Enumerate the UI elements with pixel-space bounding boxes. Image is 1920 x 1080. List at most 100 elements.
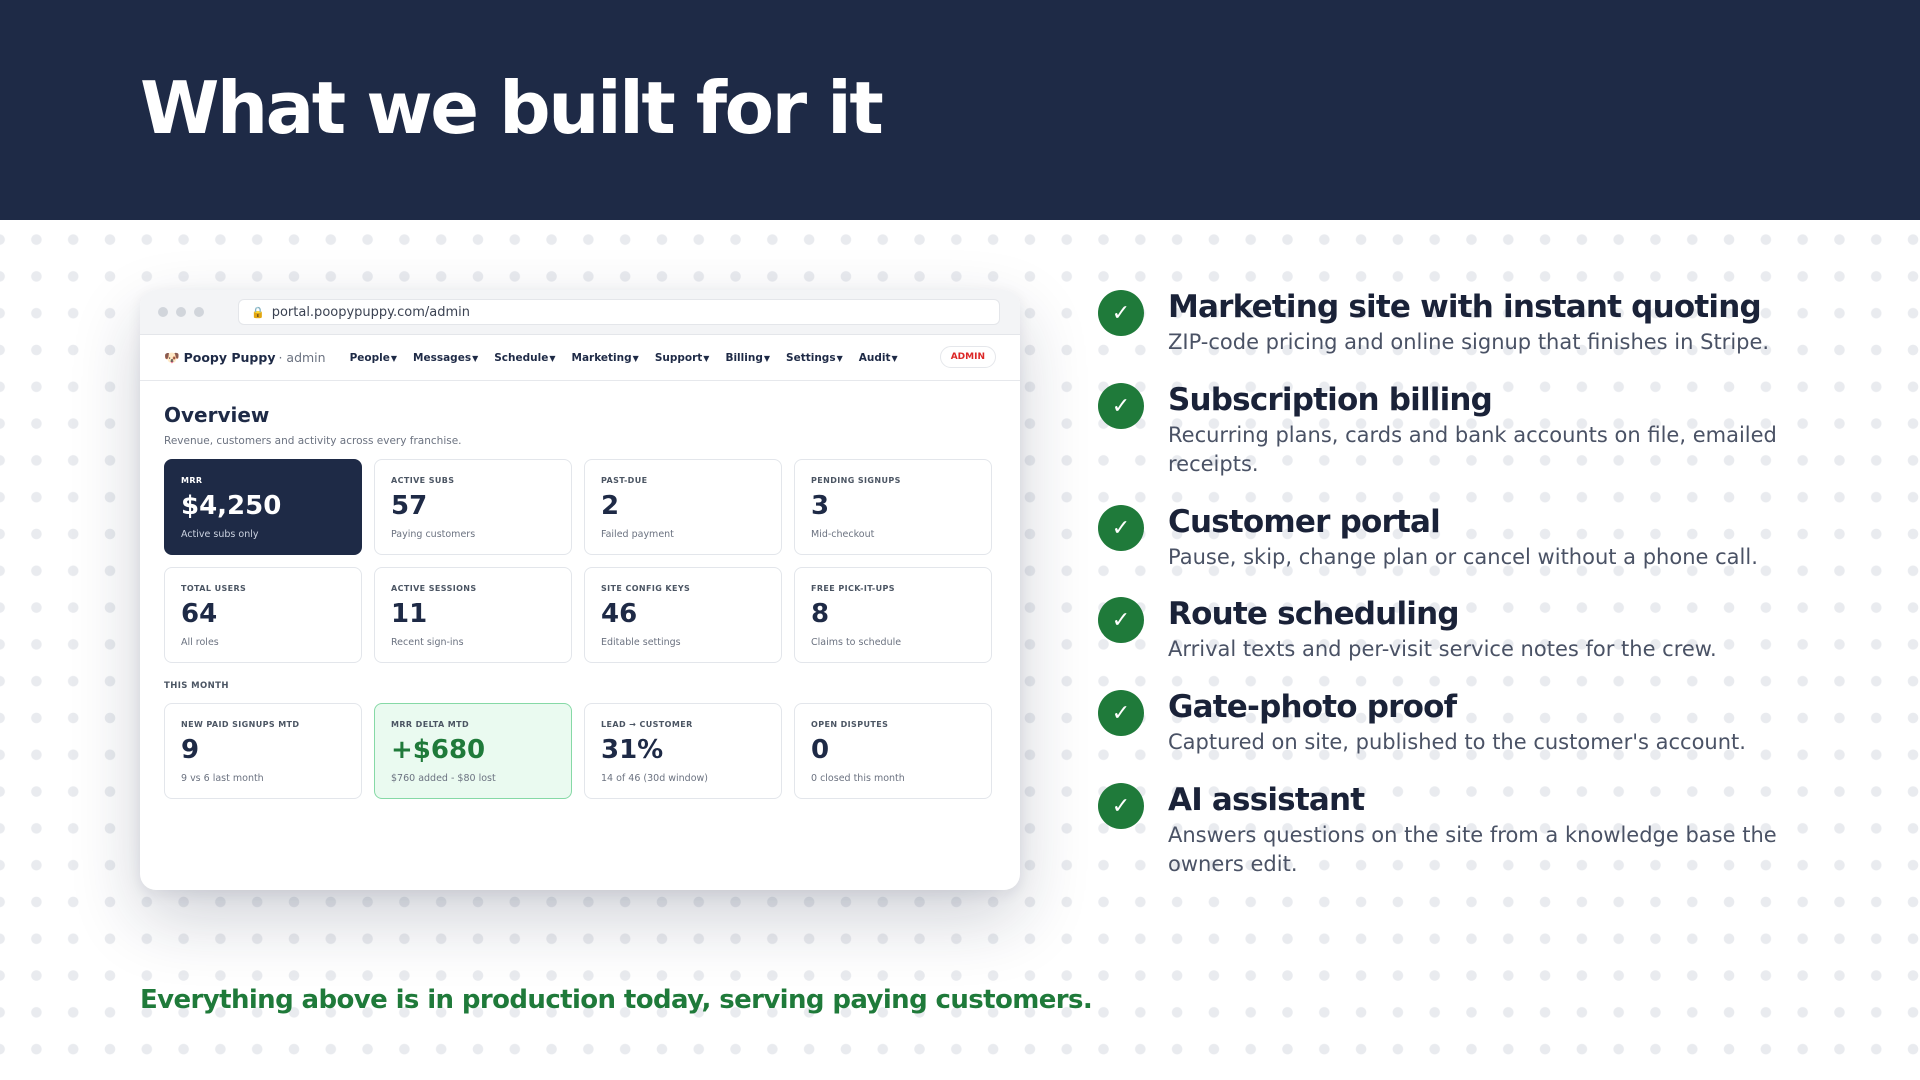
- check-icon: ✓: [1098, 597, 1144, 643]
- nav-label: Marketing: [571, 351, 632, 364]
- nav-label: Support: [654, 351, 703, 364]
- stat-label: MRR DELTA MTD: [391, 720, 470, 729]
- url-text: portal.poopypuppy.com/admin: [271, 304, 471, 320]
- header-band: What we built for it: [0, 0, 1920, 220]
- stat-note: $760 added - $80 lost: [391, 773, 496, 784]
- stat-card-past-due[interactable]: PAST-DUE 2 Failed payment: [584, 459, 782, 555]
- stat-value: 46: [601, 599, 638, 629]
- overview-subtitle: Revenue, customers and activity across e…: [164, 435, 462, 447]
- feature-description: ZIP-code pricing and online signup that …: [1168, 330, 1770, 354]
- stat-label: ACTIVE SUBS: [391, 476, 455, 485]
- window-controls: [158, 307, 204, 317]
- feature-title: Gate-photo proof: [1168, 689, 1457, 725]
- nav-menu: People▼ Messages▼ Schedule▼ Marketing▼ S…: [350, 352, 898, 364]
- stat-card-mrr-delta[interactable]: MRR DELTA MTD +$680 $760 added - $80 los…: [374, 703, 572, 799]
- app-navbar: 🐶 Poopy Puppy · admin People▼ Messages▼ Sc…: [140, 335, 1020, 381]
- app-brand[interactable]: 🐶 Poopy Puppy · admin: [164, 350, 326, 366]
- brand-subtitle: · admin: [278, 349, 326, 365]
- stat-label: FREE PICK-IT-UPS: [811, 584, 895, 593]
- nav-item-support[interactable]: Support▼: [655, 352, 710, 364]
- nav-item-audit[interactable]: Audit▼: [859, 352, 898, 364]
- caret-down-icon: ▼: [390, 353, 398, 363]
- stat-note: Paying customers: [391, 529, 476, 540]
- caret-down-icon: ▼: [632, 353, 639, 363]
- stat-note: 14 of 46 (30d window): [601, 773, 708, 784]
- slide-title: What we built for it: [140, 66, 884, 150]
- stat-value: 3: [811, 491, 830, 521]
- stat-note: Editable settings: [601, 637, 681, 648]
- window-dot-icon[interactable]: [158, 307, 168, 317]
- browser-mockup: 🔒 portal.poopypuppy.com/admin 🐶 Poopy Pup…: [140, 290, 1020, 890]
- stat-value: 31%: [601, 735, 664, 765]
- nav-label: Settings: [786, 351, 836, 364]
- check-icon: ✓: [1098, 505, 1144, 551]
- stat-note: 0 closed this month: [811, 773, 905, 784]
- section-label-this-month: THIS MONTH: [164, 681, 229, 691]
- feature-item: ✓ Gate-photo proof Captured on site, pub…: [1098, 688, 1818, 757]
- nav-item-billing[interactable]: Billing▼: [725, 352, 770, 364]
- admin-badge[interactable]: ADMIN: [939, 346, 996, 368]
- stat-value: 8: [811, 599, 830, 629]
- check-icon: ✓: [1098, 383, 1144, 429]
- feature-item: ✓ Route scheduling Arrival texts and per…: [1098, 595, 1818, 664]
- stat-card-new-paid-signups[interactable]: NEW PAID SIGNUPS MTD 9 9 vs 6 last month: [164, 703, 362, 799]
- stat-card-pending-signups[interactable]: PENDING SIGNUPS 3 Mid-checkout: [794, 459, 992, 555]
- feature-list: ✓ Marketing site with instant quoting ZI…: [1098, 288, 1818, 879]
- address-bar[interactable]: 🔒 portal.poopypuppy.com/admin: [238, 299, 1000, 325]
- nav-item-marketing[interactable]: Marketing▼: [572, 352, 639, 364]
- feature-description: Captured on site, published to the custo…: [1168, 730, 1746, 754]
- nav-label: People: [349, 351, 390, 364]
- overview-content: Overview Revenue, customers and activity…: [140, 381, 1020, 799]
- stat-value: +$680: [391, 735, 486, 765]
- brand-name: Poopy Puppy: [183, 349, 276, 365]
- stat-label: PAST-DUE: [601, 476, 648, 485]
- stat-label: TOTAL USERS: [181, 584, 247, 593]
- stat-card-open-disputes[interactable]: OPEN DISPUTES 0 0 closed this month: [794, 703, 992, 799]
- feature-description: Answers questions on the site from a kno…: [1168, 823, 1777, 876]
- stats-row-2: TOTAL USERS 64 All roles ACTIVE SESSIONS…: [164, 567, 996, 663]
- overview-title: Overview: [164, 403, 270, 427]
- stat-label: SITE CONFIG KEYS: [601, 584, 691, 593]
- stat-note: Recent sign-ins: [391, 637, 464, 648]
- stat-card-site-config-keys[interactable]: SITE CONFIG KEYS 46 Editable settings: [584, 567, 782, 663]
- feature-title: AI assistant: [1168, 782, 1365, 818]
- nav-item-schedule[interactable]: Schedule▼: [494, 352, 555, 364]
- stat-label: ACTIVE SESSIONS: [391, 584, 477, 593]
- feature-description: Recurring plans, cards and bank accounts…: [1168, 423, 1777, 476]
- check-icon: ✓: [1098, 690, 1144, 736]
- stat-value: 0: [811, 735, 830, 765]
- feature-title: Subscription billing: [1168, 382, 1493, 418]
- stat-value: 2: [601, 491, 620, 521]
- stat-value: 11: [391, 599, 428, 629]
- nav-label: Audit: [858, 351, 891, 364]
- window-dot-icon[interactable]: [194, 307, 204, 317]
- feature-title: Route scheduling: [1168, 596, 1460, 632]
- feature-item: ✓ Marketing site with instant quoting ZI…: [1098, 288, 1818, 357]
- stat-card-lead-conversion[interactable]: LEAD → CUSTOMER 31% 14 of 46 (30d window…: [584, 703, 782, 799]
- check-icon: ✓: [1098, 290, 1144, 336]
- stat-label: LEAD → CUSTOMER: [601, 720, 693, 729]
- nav-item-settings[interactable]: Settings▼: [786, 352, 843, 364]
- feature-title: Customer portal: [1168, 504, 1441, 540]
- feature-description: Pause, skip, change plan or cancel witho…: [1168, 545, 1758, 569]
- nav-item-messages[interactable]: Messages▼: [413, 352, 478, 364]
- feature-title: Marketing site with instant quoting: [1168, 289, 1762, 325]
- caret-down-icon: ▼: [836, 353, 843, 363]
- feature-description: Arrival texts and per-visit service note…: [1168, 637, 1717, 661]
- stat-value: 64: [181, 599, 218, 629]
- nav-item-people[interactable]: People▼: [350, 352, 397, 364]
- stat-note: Claims to schedule: [811, 637, 902, 648]
- stats-row-3: NEW PAID SIGNUPS MTD 9 9 vs 6 last month…: [164, 703, 996, 799]
- stat-card-free-pickups[interactable]: FREE PICK-IT-UPS 8 Claims to schedule: [794, 567, 992, 663]
- stat-note: 9 vs 6 last month: [181, 773, 264, 784]
- stat-card-active-sessions[interactable]: ACTIVE SESSIONS 11 Recent sign-ins: [374, 567, 572, 663]
- nav-label: Messages: [413, 351, 472, 364]
- stat-card-mrr[interactable]: MRR $4,250 Active subs only: [164, 459, 362, 555]
- stat-card-total-users[interactable]: TOTAL USERS 64 All roles: [164, 567, 362, 663]
- browser-chrome: 🔒 portal.poopypuppy.com/admin: [140, 290, 1020, 335]
- stat-card-active-subs[interactable]: ACTIVE SUBS 57 Paying customers: [374, 459, 572, 555]
- window-dot-icon[interactable]: [176, 307, 186, 317]
- caret-down-icon: ▼: [891, 353, 898, 363]
- nav-label: Billing: [725, 351, 763, 364]
- lock-icon: 🔒: [251, 305, 265, 319]
